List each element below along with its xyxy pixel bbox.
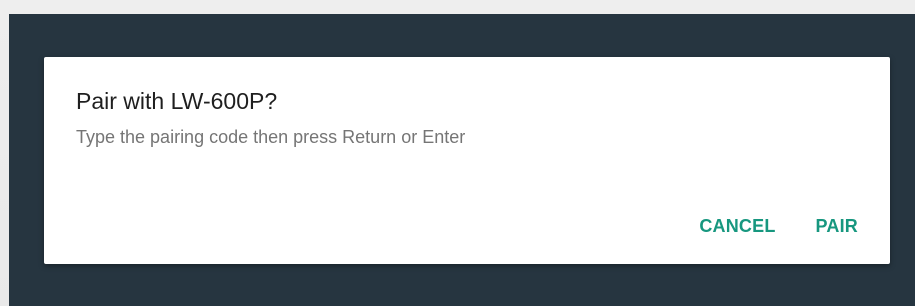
dialog-title: Pair with LW-600P?: [76, 88, 278, 114]
pairing-dialog: Pair with LW-600P? Type the pairing code…: [44, 57, 890, 264]
dialog-actions: CANCEL PAIR: [691, 214, 866, 238]
screen-frame: Pair with LW-600P? Type the pairing code…: [0, 0, 915, 306]
pair-button[interactable]: PAIR: [808, 214, 866, 238]
cancel-button[interactable]: CANCEL: [691, 214, 783, 238]
dialog-message: Type the pairing code then press Return …: [76, 127, 466, 147]
